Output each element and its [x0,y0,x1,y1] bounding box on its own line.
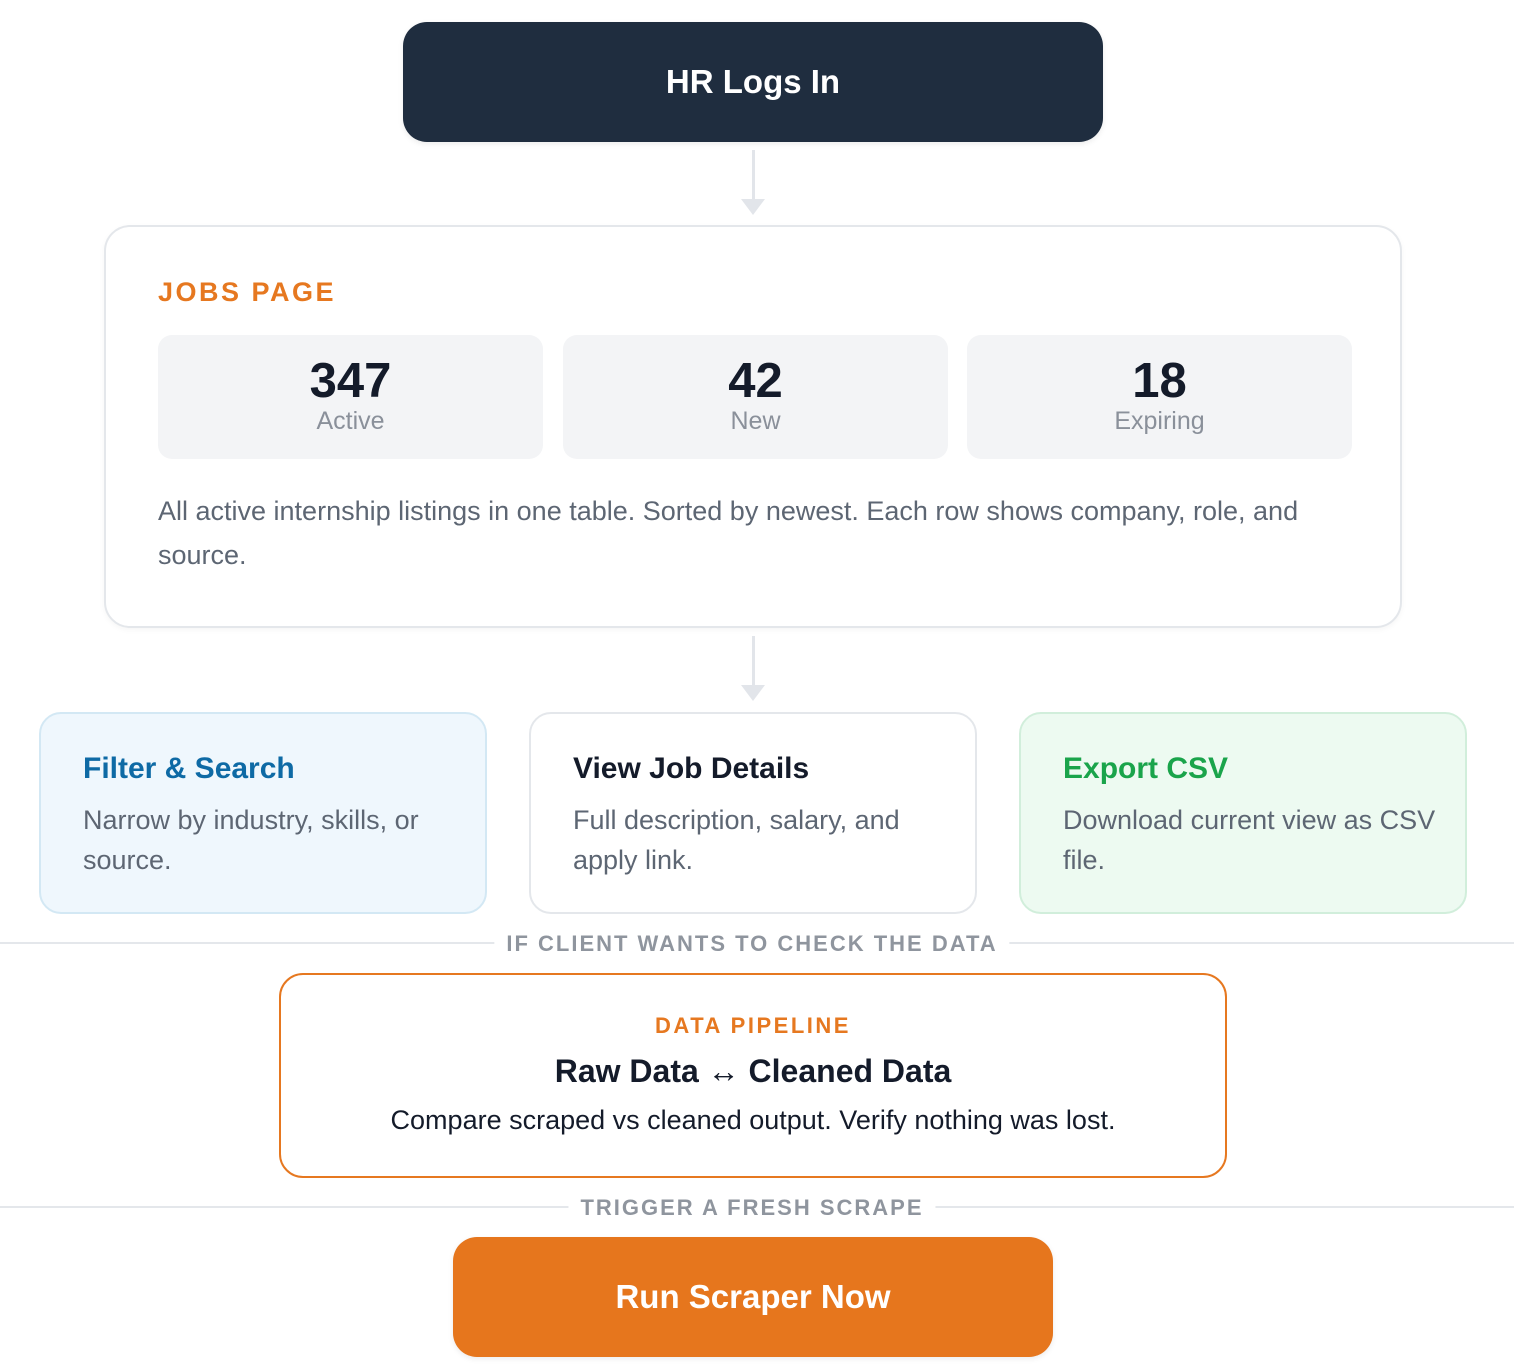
separator-fresh-scrape-label: TRIGGER A FRESH SCRAPE [568,1195,936,1221]
action-title: Filter & Search [83,752,295,785]
stat-label: New [730,407,781,435]
pipeline-title: Raw Data ↔ Cleaned Data [554,1053,952,1089]
stat-value: 347 [309,354,392,408]
stat-active: 347 Active [158,335,543,459]
jobs-page-title: JOBS PAGE [158,277,337,307]
run-scraper-button[interactable]: Run Scraper Now [453,1237,1053,1357]
flow-arrow-head-icon [741,199,765,215]
hr-login-node: HR Logs In [403,22,1103,142]
stat-new: 42 New [563,335,948,459]
action-description: Full description, salary, and apply link… [573,805,900,875]
export-csv-card[interactable]: Export CSV Download current view as CSV … [1019,712,1467,914]
pipeline-description: Compare scraped vs cleaned output. Verif… [390,1105,1116,1135]
action-title: Export CSV [1063,752,1229,785]
filter-search-card[interactable]: Filter & Search Narrow by industry, skil… [39,712,487,914]
stat-label: Expiring [1114,407,1205,435]
action-title: View Job Details [573,752,810,785]
action-description: Download current view as CSV file. [1063,805,1436,875]
data-pipeline-card[interactable]: DATA PIPELINE Raw Data ↔ Cleaned Data Co… [279,973,1227,1178]
flow-arrow-line [752,636,755,686]
stat-label: Active [316,407,385,435]
pipeline-kicker: DATA PIPELINE [655,1013,851,1038]
flow-arrow-line [752,150,755,200]
view-job-details-card[interactable]: View Job Details Full description, salar… [529,712,977,914]
flow-arrow-head-icon [741,685,765,701]
stat-value: 42 [728,354,783,408]
separator-check-data-label: IF CLIENT WANTS TO CHECK THE DATA [494,931,1010,957]
jobs-page-description: All active internship listings in one ta… [158,496,1299,570]
stat-value: 18 [1132,354,1187,408]
action-description: Narrow by industry, skills, or source. [83,805,419,875]
jobs-page-card: JOBS PAGE 347 Active 42 New 18 Expiring … [104,225,1402,628]
stat-expiring: 18 Expiring [967,335,1352,459]
